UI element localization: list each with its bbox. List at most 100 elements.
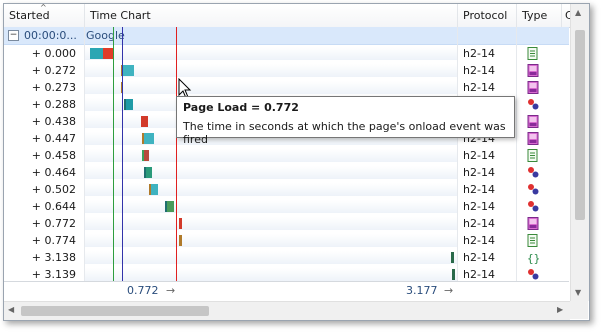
- timing-track: [85, 47, 457, 60]
- request-row[interactable]: + 3.138 h2-14 {}: [4, 249, 569, 266]
- timing-bar-segment: [179, 218, 182, 229]
- started-cell: + 0.447: [31, 132, 76, 145]
- started-cell: + 0.000: [31, 47, 76, 60]
- image-icon: [527, 81, 541, 94]
- time-chart-cell: [85, 215, 457, 232]
- timing-track: [85, 200, 457, 213]
- timing-bar-segment: [146, 167, 152, 178]
- timing-track: [85, 234, 457, 247]
- timing-bar-segment: [451, 252, 454, 263]
- timing-track: [85, 183, 457, 196]
- protocol-cell: h2-14: [463, 217, 495, 230]
- time-chart-cell: [85, 198, 457, 215]
- vertical-scrollbar[interactable]: ▲ ▼: [570, 4, 589, 301]
- protocol-cell: h2-14: [463, 200, 495, 213]
- timing-track: [85, 166, 457, 179]
- request-row[interactable]: + 0.774 h2-14: [4, 232, 569, 249]
- html-icon: [527, 47, 541, 60]
- html-icon: [527, 234, 541, 247]
- start-marker-line: [113, 27, 114, 281]
- sort-up-icon: ^: [40, 4, 47, 12]
- svg-text:{}: {}: [527, 252, 539, 264]
- time-chart-cell: [85, 232, 457, 249]
- page-load-line[interactable]: [176, 27, 177, 281]
- started-cell: + 0.288: [31, 98, 76, 111]
- script-icon: [527, 98, 541, 111]
- protocol-cell: h2-14: [463, 149, 495, 162]
- dom-content-loaded-line: [122, 27, 123, 281]
- started-cell: + 0.273: [31, 81, 76, 94]
- started-cell: + 0.272: [31, 64, 76, 77]
- script-icon: [527, 183, 541, 196]
- timing-track: [85, 251, 457, 264]
- request-row[interactable]: + 0.273 h2-14: [4, 79, 569, 96]
- started-cell: + 0.772: [31, 217, 76, 230]
- request-row[interactable]: + 0.272 h2-14: [4, 62, 569, 79]
- request-row[interactable]: + 0.644 h2-14: [4, 198, 569, 215]
- time-chart-cell: [85, 181, 457, 198]
- timing-bar-segment: [141, 116, 148, 127]
- tooltip-body: The time in seconds at which the page's …: [183, 120, 506, 146]
- group-time: 00:00:0...: [24, 29, 77, 42]
- protocol-cell: h2-14: [463, 47, 495, 60]
- arrow-right-icon: →: [444, 284, 454, 297]
- script-icon: [527, 200, 541, 213]
- timing-bar-segment: [103, 48, 113, 59]
- collapse-icon[interactable]: −: [8, 30, 19, 41]
- timing-bar-segment: [151, 184, 158, 195]
- time-chart-cell: [85, 62, 457, 79]
- timing-track: [85, 81, 457, 94]
- column-protocol[interactable]: Protocol: [458, 4, 517, 27]
- scroll-up-icon[interactable]: ▲: [575, 8, 581, 17]
- scroll-right-icon[interactable]: ▶: [557, 305, 563, 314]
- image-icon: [527, 115, 541, 128]
- horizontal-scroll-thumb[interactable]: [21, 306, 209, 316]
- request-row[interactable]: + 0.502 h2-14: [4, 181, 569, 198]
- started-cell: + 3.138: [31, 251, 76, 264]
- page-load-value: 0.772: [127, 284, 159, 297]
- timing-bar-segment: [452, 269, 455, 280]
- column-type[interactable]: Type: [517, 4, 562, 27]
- timing-bar-segment: [123, 65, 134, 76]
- time-chart-cell: [85, 147, 457, 164]
- time-chart-cell: [85, 164, 457, 181]
- protocol-cell: h2-14: [463, 234, 495, 247]
- protocol-cell: h2-14: [463, 81, 495, 94]
- protocol-cell: h2-14: [463, 166, 495, 179]
- scroll-left-icon[interactable]: ◀: [8, 305, 14, 314]
- timing-bar-segment: [144, 133, 154, 144]
- started-cell: + 0.438: [31, 115, 76, 128]
- html-icon: [527, 149, 541, 162]
- timing-track: [85, 149, 457, 162]
- started-cell: + 0.458: [31, 149, 76, 162]
- timing-bar-segment: [167, 201, 174, 212]
- tooltip-title: Page Load = 0.772: [183, 101, 299, 114]
- image-icon: [527, 217, 541, 230]
- page-load-tooltip: Page Load = 0.772 The time in seconds at…: [176, 96, 515, 146]
- vertical-scroll-thumb[interactable]: [575, 30, 585, 220]
- timing-bar-segment: [179, 235, 182, 246]
- started-cell: + 0.464: [31, 166, 76, 179]
- image-icon: [527, 64, 541, 77]
- timing-bar-segment: [90, 48, 103, 59]
- group-name: Google: [86, 29, 125, 42]
- request-row[interactable]: + 0.000 h2-14: [4, 45, 569, 62]
- group-row-google[interactable]: − 00:00:0... Google: [4, 27, 569, 45]
- column-header: ^ Started Time Chart Protocol Type C: [4, 4, 589, 28]
- column-type-label: Type: [522, 9, 548, 22]
- time-chart-footer: 0.772 → 3.177 →: [4, 281, 569, 300]
- timing-bar-segment: [144, 150, 149, 161]
- request-row[interactable]: + 0.464 h2-14: [4, 164, 569, 181]
- started-cell: + 0.644: [31, 200, 76, 213]
- protocol-cell: h2-14: [463, 64, 495, 77]
- started-cell: + 0.774: [31, 234, 76, 247]
- column-time-chart-label: Time Chart: [90, 9, 151, 22]
- time-chart-cell: [85, 79, 457, 96]
- horizontal-scrollbar[interactable]: ◀ ▶: [4, 301, 570, 320]
- request-row[interactable]: + 0.458 h2-14: [4, 147, 569, 164]
- column-time-chart[interactable]: Time Chart: [85, 4, 458, 27]
- scroll-down-icon[interactable]: ▼: [575, 288, 581, 297]
- request-row[interactable]: + 0.772 h2-14: [4, 215, 569, 232]
- protocol-cell: h2-14: [463, 251, 495, 264]
- column-started[interactable]: ^ Started: [4, 4, 85, 27]
